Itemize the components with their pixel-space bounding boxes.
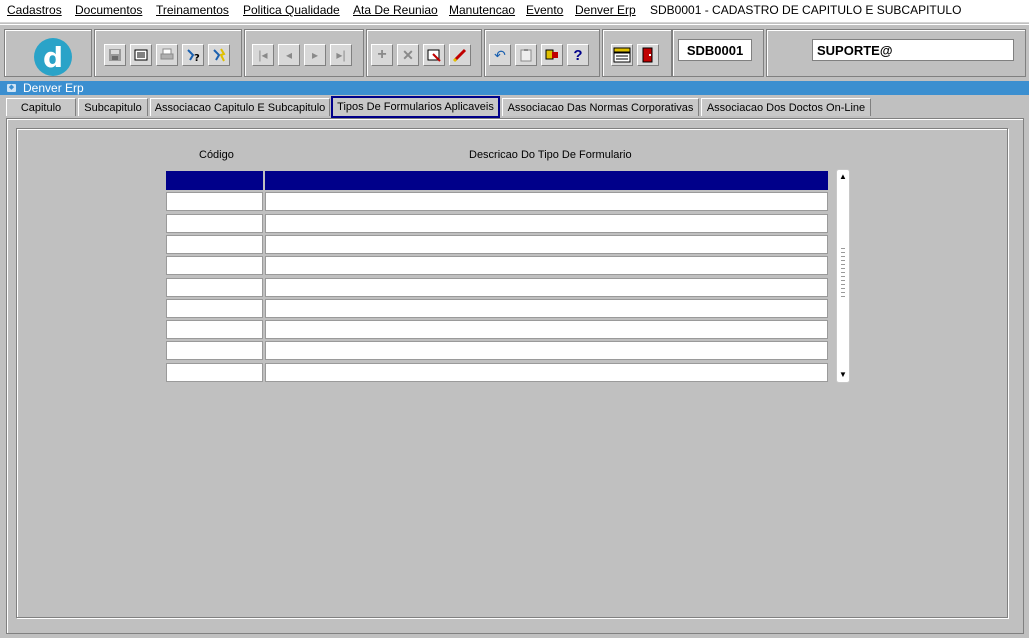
- tab-tipos-de-formularios-aplicaveis[interactable]: Tipos De Formularios Aplicaveis: [331, 96, 500, 118]
- column-header-descricao: Descricao Do Tipo De Formulario: [469, 149, 632, 161]
- execute-query-icon[interactable]: [208, 44, 230, 66]
- insert-record-icon[interactable]: +: [371, 44, 393, 66]
- descricao-cell[interactable]: [265, 192, 828, 211]
- scroll-grip[interactable]: [841, 248, 845, 298]
- toolbar-group-file: ?: [94, 29, 242, 77]
- tab-capitulo[interactable]: Capitulo: [6, 98, 76, 116]
- toolbar-group-navigation: |◂ ◂ ▸ ▸|: [244, 29, 364, 77]
- menu-icon[interactable]: [611, 44, 633, 66]
- codigo-cell[interactable]: [166, 171, 263, 190]
- save-icon[interactable]: [104, 44, 126, 66]
- window-menu-icon[interactable]: ◆: [7, 84, 16, 92]
- codigo-cell[interactable]: [166, 278, 263, 297]
- codigo-cell[interactable]: [166, 256, 263, 275]
- menu-politica-qualidade[interactable]: Politica Qualidade: [243, 3, 340, 17]
- column-header-codigo: Código: [199, 149, 234, 161]
- codigo-cell[interactable]: [166, 363, 263, 382]
- toolbar: d ? |◂ ◂ ▸ ▸| + ✕ ↶ ? SDB0001 SUPORTE@: [0, 24, 1029, 82]
- menu-ata-de-reuniao[interactable]: Ata De Reuniao: [353, 3, 438, 17]
- form-window-title-bar: ◆ Denver Erp: [0, 81, 1029, 95]
- codigo-cell[interactable]: [166, 341, 263, 360]
- codigo-cell[interactable]: [166, 192, 263, 211]
- print-icon[interactable]: [156, 44, 178, 66]
- logo-group: d: [4, 29, 92, 77]
- tab-subcapitulo[interactable]: Subcapitulo: [78, 98, 148, 116]
- codigo-cell[interactable]: [166, 235, 263, 254]
- delete-record-icon[interactable]: ✕: [397, 44, 419, 66]
- query-icon[interactable]: ?: [182, 44, 204, 66]
- menu-documentos[interactable]: Documentos: [75, 3, 142, 17]
- descricao-cell[interactable]: [265, 299, 828, 318]
- menu-manutencao[interactable]: Manutencao: [449, 3, 515, 17]
- scroll-up-icon[interactable]: ▲: [837, 171, 849, 183]
- undo-icon[interactable]: ↶: [489, 44, 511, 66]
- first-record-icon[interactable]: |◂: [252, 44, 274, 66]
- next-record-icon[interactable]: ▸: [304, 44, 326, 66]
- codigo-cell[interactable]: [166, 320, 263, 339]
- grid-vertical-scrollbar[interactable]: ▲ ▼: [836, 169, 850, 383]
- duplicate-record-icon[interactable]: [423, 44, 445, 66]
- menu-treinamentos[interactable]: Treinamentos: [156, 3, 229, 17]
- menu-evento[interactable]: Evento: [526, 3, 563, 17]
- toolbar-group-edit: ↶ ?: [484, 29, 600, 77]
- window-title: SDB0001 - CADASTRO DE CAPITULO E SUBCAPI…: [650, 3, 962, 17]
- descricao-cell[interactable]: [265, 171, 828, 190]
- codigo-cell[interactable]: [166, 214, 263, 233]
- user-field: SUPORTE@: [812, 39, 1014, 61]
- form-code-field: SDB0001: [678, 39, 752, 61]
- tab-strip: Capitulo Subcapitulo Associacao Capitulo…: [0, 96, 1029, 118]
- menu-bar: Cadastros Documentos Treinamentos Politi…: [0, 0, 1029, 23]
- clipboard-icon[interactable]: [515, 44, 537, 66]
- exit-icon[interactable]: [637, 44, 659, 66]
- svg-text:?: ?: [194, 53, 200, 63]
- descricao-cell[interactable]: [265, 341, 828, 360]
- descricao-cell[interactable]: [265, 256, 828, 275]
- descricao-cell[interactable]: [265, 320, 828, 339]
- edit-record-icon[interactable]: [449, 44, 471, 66]
- form-window-title: Denver Erp: [23, 81, 84, 95]
- denver-logo-icon: d: [34, 38, 72, 76]
- descricao-cell[interactable]: [265, 235, 828, 254]
- toolbar-group-menu: [602, 29, 672, 77]
- previous-record-icon[interactable]: ◂: [278, 44, 300, 66]
- list-values-icon[interactable]: [541, 44, 563, 66]
- tab-associacao-doctos-on-line[interactable]: Associacao Dos Doctos On-Line: [701, 98, 871, 116]
- toolbar-group-records: + ✕: [366, 29, 482, 77]
- codigo-cell[interactable]: [166, 299, 263, 318]
- tab-associacao-capitulo-subcapitulo[interactable]: Associacao Capitulo E Subcapitulo: [150, 98, 330, 116]
- window-icon[interactable]: [130, 44, 152, 66]
- last-record-icon[interactable]: ▸|: [330, 44, 352, 66]
- help-icon[interactable]: ?: [567, 44, 589, 66]
- descricao-cell[interactable]: [265, 214, 828, 233]
- descricao-cell[interactable]: [265, 363, 828, 382]
- menu-cadastros[interactable]: Cadastros: [7, 3, 62, 17]
- menu-denver-erp[interactable]: Denver Erp: [575, 3, 636, 17]
- tab-associacao-normas-corporativas[interactable]: Associacao Das Normas Corporativas: [502, 98, 699, 116]
- scroll-down-icon[interactable]: ▼: [837, 369, 849, 381]
- descricao-cell[interactable]: [265, 278, 828, 297]
